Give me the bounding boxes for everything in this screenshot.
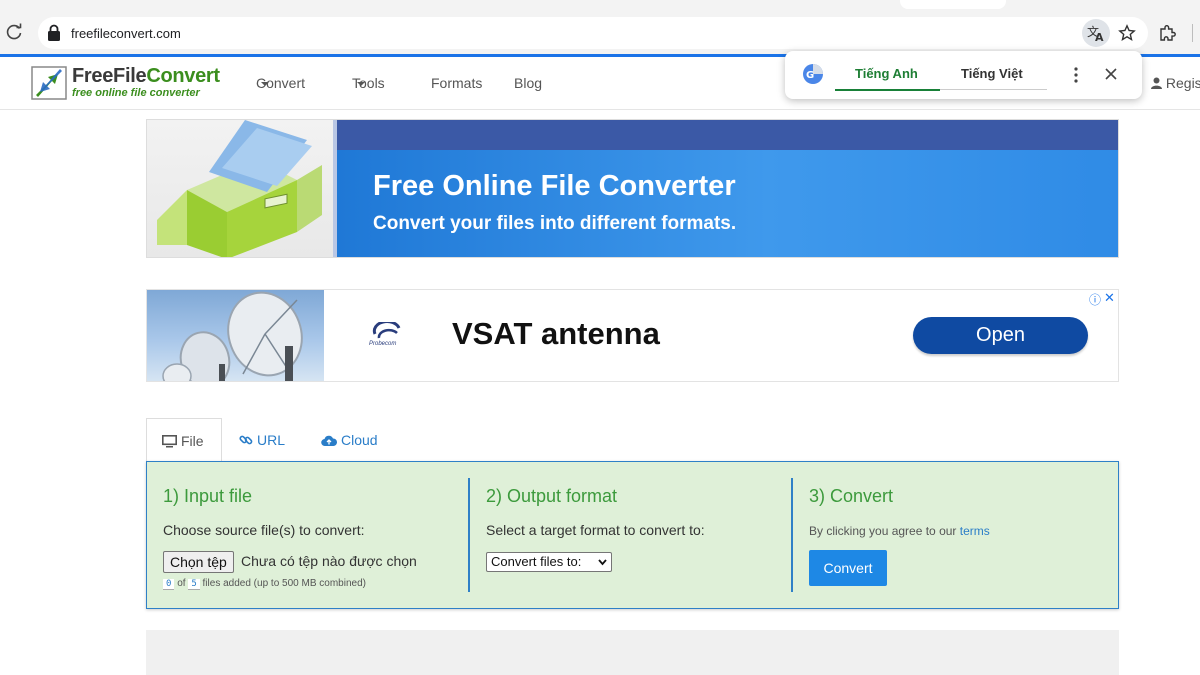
tab-url[interactable]: URL [239,418,285,462]
bookmark-star-icon[interactable] [1118,24,1136,42]
tab-cloud-label: Cloud [341,432,378,448]
files-added-count: 0 [163,579,175,590]
nav-tools-label: Tools [352,75,385,91]
active-tab-indicator [835,89,940,91]
tab-url-label: URL [257,432,286,448]
register-link[interactable]: Regis [1151,75,1200,91]
terms-prefix: By clicking you agree to our [809,524,957,538]
tab-underline [940,89,1047,90]
svg-text:A: A [1095,31,1104,44]
ad-info-icon[interactable]: ⓘ [1089,291,1101,308]
tab-file-label: File [181,433,204,449]
user-icon [1151,77,1162,89]
nav-tools[interactable]: Tools [352,75,385,91]
step-output-format: 2) Output format Select a target format … [470,462,793,610]
hero-banner: Free Online File Converter Convert your … [146,119,1119,258]
files-note: files added (up to 500 MB combined) [202,578,366,589]
hero-subtitle: Convert your files into different format… [373,213,737,234]
step-3-title: 3) Convert [809,486,894,506]
format-select-value: Convert files to: [491,554,582,569]
translate-popup: G Tiếng Anh Tiếng Việt [785,51,1142,99]
ad-banner[interactable]: Probecom VSAT antenna Open ⓘ ✕ [146,289,1119,382]
step-convert: 3) Convert By clicking you agree to our … [793,462,1119,610]
ad-close-icon[interactable]: ✕ [1104,290,1115,306]
cloud-upload-icon [321,435,338,447]
files-count: 0 of 5 files added (up to 500 MB combine… [163,578,366,590]
step-input-file: 1) Input file Choose source file(s) to c… [147,462,470,610]
file-box-illustration [147,120,333,257]
close-icon[interactable] [1103,66,1119,82]
converter-panel: 1) Input file Choose source file(s) to c… [146,461,1119,609]
source-tabs: File URL Cloud [146,418,1119,462]
convert-button[interactable]: Convert [809,550,887,586]
format-select[interactable]: Convert files to: [486,552,612,572]
terms-agreement: By clicking you agree to our terms [809,524,990,538]
more-options-icon[interactable] [1070,66,1082,84]
monitor-icon [162,435,177,448]
translate-page-button[interactable]: 文 A [1082,19,1110,47]
toolbar-divider [1192,24,1193,42]
reload-icon[interactable] [4,22,24,42]
svg-text:G: G [806,70,814,81]
choose-file-button[interactable]: Chọn tệp [163,551,234,573]
tab-file[interactable]: File [146,418,222,462]
file-box-icon [157,120,322,257]
terms-link[interactable]: terms [960,524,990,538]
step-1-title: 1) Input file [163,486,253,506]
ad-title[interactable]: VSAT antenna [452,316,660,352]
nav-blog[interactable]: Blog [514,75,542,91]
logo-title-part-2: Convert [146,65,220,87]
logo-icon[interactable] [31,66,67,100]
translate-icon: 文 A [1087,24,1104,44]
browser-chrome: freefileconvert.com 文 A [0,0,1200,54]
link-icon [239,435,253,445]
satellite-dish-icon [162,291,303,381]
content-placeholder [146,630,1119,675]
chevron-down-icon [598,559,607,566]
logo-title[interactable]: FreeFileConvert [72,65,220,88]
register-label: Regis [1165,75,1200,91]
nav-convert-label: Convert [256,75,306,91]
logo-title-part-1: FreeFile [72,65,147,87]
ad-brand-name: Probecom [369,341,397,347]
lock-icon[interactable] [46,24,62,42]
hero-background [337,150,1118,257]
logo-subtitle: free online file converter [72,87,200,99]
source-language-tab[interactable]: Tiếng Anh [855,66,918,81]
step-2-instruction: Select a target format to convert to: [486,522,705,538]
step-2-title: 2) Output format [486,486,618,506]
hero-top-band [337,120,1118,150]
ad-open-button[interactable]: Open [913,317,1088,354]
address-bar[interactable]: freefileconvert.com [38,17,1148,49]
nav-convert[interactable]: Convert [256,75,305,91]
extensions-icon[interactable] [1157,23,1177,43]
ad-image[interactable] [147,290,324,381]
step-1-instruction: Choose source file(s) to convert: [163,522,365,538]
google-translate-icon: G [803,64,823,84]
nav-formats[interactable]: Formats [431,75,482,91]
file-status-text: Chưa có tệp nào được chọn [241,553,417,569]
url-text[interactable]: freefileconvert.com [71,26,181,41]
tab-cloud[interactable]: Cloud [321,418,378,462]
files-of-label: of [177,578,186,589]
files-max-count: 5 [188,579,200,590]
hero-title: Free Online File Converter [373,170,736,202]
browser-tab[interactable] [900,0,1006,9]
target-language-tab[interactable]: Tiếng Việt [961,66,1023,81]
